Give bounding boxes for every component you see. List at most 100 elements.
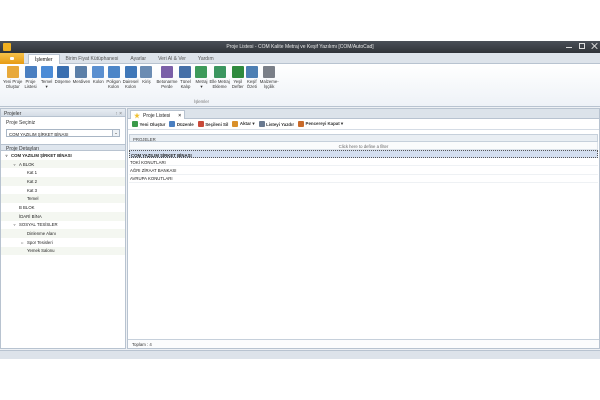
polygon-column-button[interactable]: Poligon Kolon [105,66,121,89]
ribbon-button-label: Kiriş [142,79,151,84]
circular-column-button[interactable]: Dairesel Kolon [122,66,140,89]
close-icon[interactable] [592,43,598,49]
window-title: Proje Listesi - COM Kalite Metraj ve Keş… [226,44,374,50]
tab-1[interactable]: Birim Fiyat Kütüphanesi [60,54,125,64]
tree-node[interactable]: ▹ Spor Tesisleri [1,238,125,247]
expand-toggle-icon[interactable]: ▹ [20,240,25,245]
ribbon-button-label: Yeşil Defter [231,79,244,89]
polygon-column-icon [107,66,120,78]
toolbar-button-label: Yeni Oluştur [139,121,166,127]
tree-node[interactable]: B BLOK [1,203,125,212]
delete-icon [197,121,204,127]
tree-node[interactable]: Kat 2 [1,177,125,186]
panel-pin-icons[interactable]: ↑ × [115,111,122,117]
stairs-button[interactable]: Merdiven [72,66,92,89]
ribbon-button-label: Poligon Kolon [106,79,121,89]
column-header-projeler[interactable]: PROJELER [129,134,598,142]
project-select[interactable]: COM YAZILIM ŞİRKET BİNASI [6,129,120,137]
tree-node[interactable]: ▿ A BLOK [1,159,125,169]
tab-0[interactable]: İşlemler [28,54,60,64]
folder-new-button[interactable]: Yeni Proje Oluştur [2,66,23,89]
estimate-summary-button[interactable]: Keşif Özeti [245,66,259,89]
edit-button[interactable]: Düzenle [169,121,194,127]
ribbon-button-label: Dairesel Kolon [122,79,139,89]
table-row[interactable]: TOKİ KONUTLARI [129,158,598,167]
chevron-down-icon[interactable] [112,130,119,136]
tree-node-label: Kat 1 [27,170,38,176]
tree-node[interactable]: Dinlenme Alanı [1,229,125,238]
tab-proje-listesi[interactable]: Proje Listesi × [130,110,186,119]
expand-toggle-icon[interactable]: ▿ [4,153,9,158]
project-tree: ▿ COM YAZILIM ŞİRKET BİNASI ▿ A BLOK Kat 1 Ka… [1,151,125,256]
filter-row[interactable]: Click here to define a filter [129,142,598,150]
ribbon: Yeni Proje Oluştur Proje Listesi Temel ▾ Dö… [0,64,600,107]
tree-node[interactable]: ▿ COM YAZILIM ŞİRKET BİNASI [1,151,125,160]
foundation-icon [40,66,53,78]
tree-node[interactable]: ▿ SOSYAL TESİSLER [1,221,125,230]
shear-wall-button[interactable]: Betonarme Perde [155,66,178,89]
project-grid: COM YAZILIM ŞİRKET BİNASI TOKİ KONUTLARI A… [128,150,599,183]
delete-button[interactable]: Seçileni Sil [197,121,228,127]
tree-node-label: Dinlenme Alanı [27,231,56,237]
application-window: Proje Listesi - COM Kalite Metraj ve Keş… [0,41,600,359]
doc-tab-label: Proje Listesi [143,112,171,119]
ribbon-group-label: İşlemler [194,99,210,104]
foundation-button[interactable]: Temel ▾ [40,66,54,89]
print-icon [258,121,265,127]
manual-quantity-button[interactable]: Elle Metraj Ekleme [208,66,230,89]
expand-toggle-icon[interactable]: ▿ [12,162,17,167]
table-row[interactable]: AVRUPA KONUTLARI [129,175,598,183]
ribbon-button-label: Merdiven [72,79,91,84]
project-select-value: COM YAZILIM ŞİRKET BİNASI [9,131,69,137]
tab-2[interactable]: Ayarlar [124,54,152,64]
table-row[interactable]: AĞRI ZİRAAT BANKASI [129,166,598,175]
close-tab-icon[interactable]: × [178,113,181,119]
project-select-label: Proje Seçiniz [6,120,36,126]
ribbon-button-label: Proje Listesi [24,79,37,89]
quantity-button[interactable]: Metraj ▾ [194,66,208,89]
tree-node[interactable]: Kat 1 [1,168,125,177]
grid-footer-total: Toplam : 4 [128,339,599,348]
tree-node[interactable]: İDARİ BİNA [1,211,125,221]
print-button[interactable]: Listeyi Yazdır [258,121,295,127]
project-list-button[interactable]: Proje Listesi [23,66,37,89]
tree-node[interactable]: Yemek Salonu [1,246,125,256]
material-labor-button[interactable]: Malzeme- İşçilik [259,66,280,89]
material-labor-icon [263,66,276,78]
expand-toggle-icon[interactable]: ▿ [12,222,17,227]
tree-node-label: SOSYAL TESİSLER [19,222,58,228]
toolbar-button-label: Listeyi Yazdır [266,121,295,127]
tree-node-label: Kat 3 [27,187,38,193]
tunnel-form-button[interactable]: Tünel Kalıp [178,66,192,89]
projects-panel-title: Projeler [4,110,22,117]
add-button[interactable]: Yeni Oluştur [132,121,165,127]
tab-3[interactable]: Veri Al & Ver [152,54,192,64]
tree-node-label: A BLOK [19,161,35,167]
tree-node[interactable]: Kat 3 [1,186,125,195]
table-row[interactable]: COM YAZILIM ŞİRKET BİNASI [129,150,598,159]
folder-new-icon [6,66,19,78]
column-button[interactable]: Kolon [91,66,105,89]
manual-quantity-icon [213,66,226,78]
green-book-button[interactable]: Yeşil Defter [231,66,245,89]
tree-node-label: Kat 2 [27,178,38,184]
tree-node[interactable]: Temel [1,194,125,204]
toolbar-button-label: Aktar ▾ [239,121,255,126]
tree-node-label: Temel [27,196,39,202]
quantity-icon [195,66,208,78]
tree-node-label: İDARİ BİNA [19,213,42,219]
export-button[interactable]: Aktar ▾ [232,121,255,127]
maximize-icon[interactable] [579,43,585,49]
minimize-icon[interactable] [566,43,572,49]
ribbon-button-label: Temel ▾ [40,79,53,89]
green-book-icon [231,66,244,78]
beam-button[interactable]: Kiriş [139,66,153,89]
ribbon-button-label: Malzeme- İşçilik [259,79,279,89]
application-menu-button[interactable] [0,53,24,64]
tab-4[interactable]: Yardım [192,54,220,64]
document-tabs: Proje Listesi × [128,109,599,119]
title-bar: Proje Listesi - COM Kalite Metraj ve Keş… [0,41,600,53]
status-bar [0,350,600,359]
slab-button[interactable]: Döşeme [54,66,72,89]
close-window-button[interactable]: Pencereyi Kapat ▾ [298,121,343,127]
